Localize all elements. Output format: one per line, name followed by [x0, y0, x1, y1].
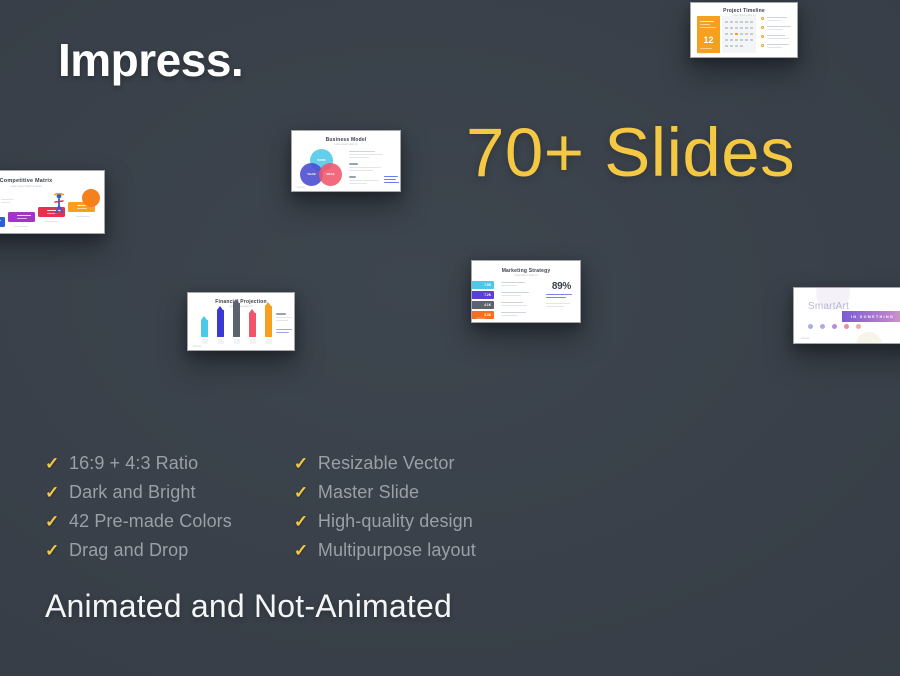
matrix-goal-circle	[82, 189, 100, 207]
feature-label: Dark and Bright	[69, 482, 196, 502]
slide-subtitle: Lorem ipsum dolor sit amet	[10, 185, 42, 188]
feature-item: ✓ High-quality design	[294, 507, 476, 536]
feature-item: ✓ Multipurpose layout	[294, 536, 476, 565]
check-icon: ✓	[293, 541, 309, 560]
marketing-banner-1: 7.8K	[472, 281, 494, 289]
slide-thumbnail-competitive-matrix[interactable]: Competitive Matrix Lorem ipsum dolor sit…	[0, 170, 105, 234]
matrix-step-2	[8, 212, 35, 222]
feature-label: 42 Pre-made Colors	[69, 511, 232, 531]
slide-thumbnail-financial-projection[interactable]: Financial Projection Lorem ipsum dolor s…	[187, 292, 295, 351]
slide-content: Competitive Matrix Lorem ipsum dolor sit…	[0, 171, 104, 233]
marketing-banner-3: 4.1K	[472, 301, 494, 309]
smartart-gradient-bar: IN SOMETHING	[842, 311, 900, 322]
feature-item: ✓ Resizable Vector	[294, 449, 476, 478]
runner-icon	[52, 192, 65, 214]
slide-footer: Impress	[193, 345, 202, 348]
feature-label: Drag and Drop	[69, 540, 189, 560]
feature-item: ✓ Master Slide	[294, 478, 476, 507]
marketing-banner-label: 4.1K	[484, 303, 491, 307]
feature-item: ✓ Drag and Drop	[45, 536, 232, 565]
slide-content: Project Timeline Lorem ipsum dolor sit 1…	[691, 3, 797, 57]
calendar-grid	[722, 16, 756, 53]
slide-subtitle: Lorem ipsum dolor sit	[334, 143, 358, 146]
slide-thumbnail-smartart[interactable]: SmartArt IN SOMETHING Impress	[793, 287, 900, 344]
slide-footer: Impress	[801, 337, 810, 340]
slide-footer: Impress	[477, 317, 486, 320]
check-icon: ✓	[45, 512, 60, 531]
feature-list: ✓ 16:9 + 4:3 Ratio ✓ Dark and Bright ✓ 4…	[45, 449, 476, 565]
calendar-day-number: 12	[703, 35, 714, 45]
slide-content: SmartArt IN SOMETHING Impress	[794, 288, 900, 343]
slide-footer: Impress	[697, 52, 706, 55]
slide-content: Marketing Strategy Lorem ipsum dolor sit…	[472, 261, 580, 322]
slide-content: Financial Projection Lorem ipsum dolor s…	[188, 293, 294, 350]
marketing-banner-2: 7.2K	[472, 291, 494, 299]
smartart-dot-1	[808, 324, 813, 329]
feature-column-right: ✓ Resizable Vector ✓ Master Slide ✓ High…	[294, 449, 476, 565]
venn-label-top: WORK	[317, 159, 326, 162]
smartart-dot-2	[820, 324, 825, 329]
feature-item: ✓ Dark and Bright	[45, 478, 232, 507]
slides-count-headline: 70+ Slides	[466, 114, 796, 191]
decorative-circle-2	[856, 332, 882, 343]
check-icon: ✓	[45, 454, 60, 473]
check-icon: ✓	[293, 483, 309, 502]
matrix-step-1	[0, 217, 5, 227]
smartart-dot-5	[856, 324, 861, 329]
slide-content: Business Model Lorem ipsum dolor sit WOR…	[292, 131, 400, 191]
check-icon: ✓	[45, 483, 60, 502]
slide-thumbnail-marketing-strategy[interactable]: Marketing Strategy Lorem ipsum dolor sit…	[471, 260, 581, 323]
feature-column-left: ✓ 16:9 + 4:3 Ratio ✓ Dark and Bright ✓ 4…	[45, 449, 232, 565]
check-icon: ✓	[293, 512, 309, 531]
smartart-dot-3	[832, 324, 837, 329]
promo-canvas: Project Timeline Lorem ipsum dolor sit 1…	[0, 0, 900, 676]
smartart-dot-4	[844, 324, 849, 329]
smartart-bar-label: IN SOMETHING	[851, 314, 895, 319]
marketing-banner-label: 7.8K	[484, 283, 491, 287]
feature-item: ✓ 42 Pre-made Colors	[45, 507, 232, 536]
feature-label: 16:9 + 4:3 Ratio	[69, 453, 199, 473]
check-icon: ✓	[45, 541, 60, 560]
feature-label: Resizable Vector	[317, 453, 455, 473]
footer-tagline: Animated and Not-Animated	[45, 588, 452, 624]
slide-thumbnail-business-model[interactable]: Business Model Lorem ipsum dolor sit WOR…	[291, 130, 401, 192]
slide-footer: Impress	[297, 186, 306, 189]
slide-title: Competitive Matrix	[0, 178, 53, 184]
calendar-panel: 12	[697, 16, 720, 53]
venn-label-right: IDEAS	[326, 173, 335, 176]
feature-item: ✓ 16:9 + 4:3 Ratio	[45, 449, 232, 478]
check-icon: ✓	[293, 454, 309, 473]
slide-thumbnail-project-timeline[interactable]: Project Timeline Lorem ipsum dolor sit 1…	[690, 2, 798, 58]
slide-subtitle: Lorem ipsum dolor sit	[514, 274, 538, 277]
feature-label: Master Slide	[317, 482, 420, 502]
marketing-banner-label: 7.2K	[484, 293, 491, 297]
marketing-percentage: 89%	[551, 281, 571, 292]
feature-label: Multipurpose layout	[317, 540, 476, 560]
slide-subtitle: Lorem ipsum dolor sit	[229, 305, 253, 308]
page-title: Impress.	[58, 34, 244, 86]
feature-label: High-quality design	[317, 511, 473, 531]
venn-diagram: WORK VALUE IDEAS	[300, 149, 342, 187]
